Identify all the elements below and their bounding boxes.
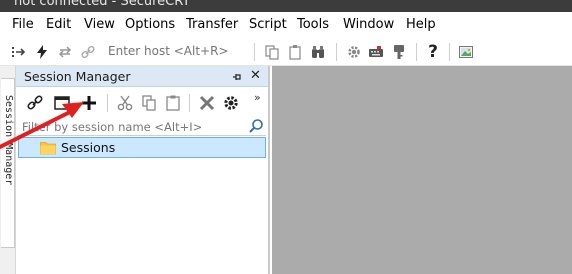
side-tab-session-manager[interactable]: Session Manager bbox=[1, 78, 15, 248]
disconnect-link-icon[interactable] bbox=[78, 42, 98, 62]
toolbar-separator bbox=[189, 94, 190, 112]
link-connect-icon[interactable] bbox=[24, 92, 46, 114]
pin-icon[interactable] bbox=[232, 71, 242, 86]
session-filter bbox=[18, 118, 266, 136]
main-toolbar: ? bbox=[0, 38, 572, 66]
binoculars-find-icon[interactable] bbox=[308, 42, 328, 62]
folder-icon bbox=[40, 141, 56, 159]
menu-help[interactable]: Help bbox=[406, 17, 436, 32]
menu-view[interactable]: View bbox=[84, 17, 115, 32]
menu-options[interactable]: Options bbox=[125, 17, 175, 32]
window-title: not connected - SecureCRT bbox=[14, 0, 191, 9]
session-manager-toolbar: » bbox=[16, 88, 268, 116]
toolbar-separator bbox=[336, 43, 337, 61]
search-icon[interactable] bbox=[248, 118, 264, 138]
menu-tools[interactable]: Tools bbox=[297, 17, 329, 32]
add-session-plus-icon[interactable] bbox=[78, 92, 100, 114]
paste-icon[interactable] bbox=[285, 42, 305, 62]
panel-header: Session Manager ✕ bbox=[16, 66, 268, 87]
toolbar-separator bbox=[449, 43, 450, 61]
cut-scissors-icon[interactable] bbox=[114, 92, 136, 114]
menu-transfer[interactable]: Transfer bbox=[186, 17, 238, 32]
menu-edit[interactable]: Edit bbox=[46, 17, 71, 32]
title-bar: not connected - SecureCRT bbox=[0, 0, 572, 12]
side-tab-strip: Session Manager bbox=[0, 66, 16, 274]
menu-bar: File Edit View Options Transfer Script T… bbox=[0, 12, 572, 38]
image-icon[interactable] bbox=[456, 42, 476, 62]
close-icon[interactable]: ✕ bbox=[250, 69, 261, 83]
toolbar-separator bbox=[254, 43, 255, 61]
paste-icon[interactable] bbox=[162, 92, 184, 114]
lightning-connect-icon[interactable] bbox=[32, 42, 52, 62]
menu-script[interactable]: Script bbox=[249, 17, 287, 32]
connect-bar-grip-icon[interactable] bbox=[8, 42, 28, 62]
panel-title: Session Manager bbox=[24, 69, 131, 84]
connect-in-tab-icon[interactable] bbox=[51, 92, 73, 114]
session-tree: Sessions bbox=[18, 137, 266, 267]
gear-icon[interactable] bbox=[220, 92, 242, 114]
session-manager-panel: Session Manager ✕ » Filter by session na… bbox=[16, 66, 270, 274]
terminal-workspace[interactable] bbox=[272, 66, 572, 274]
delete-x-icon[interactable] bbox=[196, 92, 218, 114]
help-question-icon[interactable]: ? bbox=[423, 42, 443, 62]
session-filter-input[interactable] bbox=[18, 118, 246, 135]
quick-connect-input[interactable] bbox=[108, 44, 248, 58]
side-tab-label: Session Manager bbox=[3, 95, 14, 186]
toolbar-separator bbox=[416, 43, 417, 61]
copy-icon[interactable] bbox=[262, 42, 282, 62]
keymap-keyboard-icon[interactable] bbox=[366, 42, 386, 62]
menu-window[interactable]: Window bbox=[343, 17, 394, 32]
more-chevron-icon[interactable]: » bbox=[254, 91, 261, 104]
toolbar-separator bbox=[107, 94, 108, 112]
tree-item-label: Sessions bbox=[61, 140, 116, 155]
reconnect-icon[interactable] bbox=[55, 42, 75, 62]
tree-item-sessions[interactable]: Sessions bbox=[18, 137, 266, 158]
gear-icon[interactable] bbox=[344, 42, 364, 62]
copy-icon[interactable] bbox=[138, 92, 160, 114]
key-agent-icon[interactable] bbox=[389, 42, 409, 62]
menu-file[interactable]: File bbox=[12, 17, 34, 32]
